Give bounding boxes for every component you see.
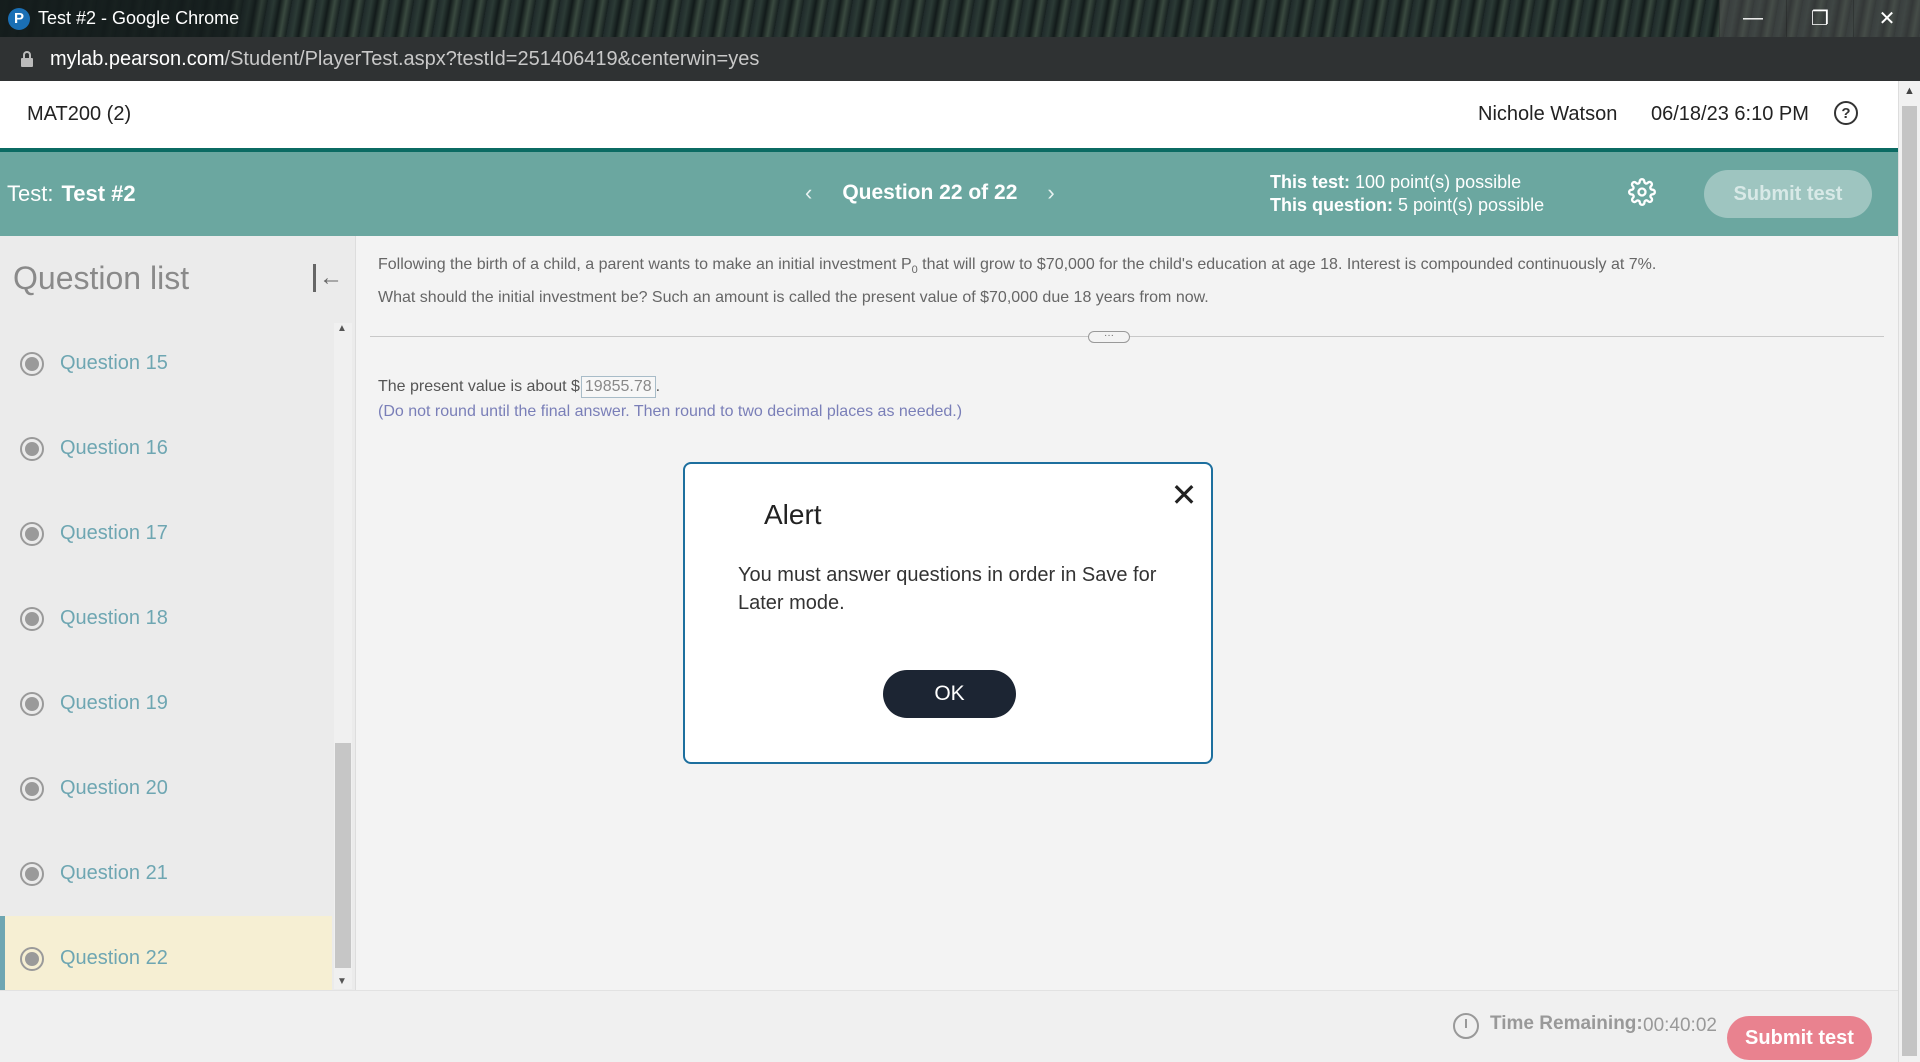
scroll-thumb[interactable] (335, 743, 351, 968)
scroll-up-icon[interactable]: ▲ (337, 323, 347, 334)
question-navigator: ‹ Question 22 of 22 › (805, 180, 1055, 206)
question-list: Question 15 Question 16 Question 17 Ques… (0, 321, 332, 1001)
window-controls: — ❐ ✕ (1719, 0, 1920, 37)
scroll-down-icon[interactable]: ▼ (337, 976, 347, 987)
question-list-item[interactable]: Question 15 (0, 321, 332, 406)
question-list-scrollbar[interactable]: ▲ ▼ (334, 323, 352, 989)
answer-prefix: The present value is about $ (378, 378, 580, 395)
test-points-value: 100 point(s) possible (1355, 172, 1522, 192)
window-title-group: P Test #2 - Google Chrome (0, 0, 280, 37)
test-title: Test: Test #2 (7, 181, 136, 207)
question-text: Following the birth of a child, a parent… (378, 251, 1878, 312)
question-list-item[interactable]: Question 17 (0, 491, 332, 576)
question-list-title: Question list (13, 260, 190, 296)
settings-gear-icon[interactable] (1627, 177, 1657, 207)
minimize-icon[interactable]: — (1719, 0, 1786, 37)
test-name: Test #2 (61, 181, 136, 206)
question-text-line2: What should the initial investment be? S… (378, 289, 1209, 307)
question-points: This question: 5 point(s) possible (1270, 194, 1544, 217)
question-status-icon (20, 351, 44, 376)
url-path: /Student/PlayerTest.aspx?testId=25140641… (224, 47, 760, 70)
question-status-icon (20, 606, 44, 631)
lock-icon (20, 51, 34, 67)
alert-dialog: Alert ✕ You must answer questions in ord… (683, 462, 1213, 764)
course-name[interactable]: MAT200 (2) (27, 103, 131, 126)
close-icon[interactable]: ✕ (1169, 479, 1199, 511)
test-bar: Test: Test #2 ‹ Question 22 of 22 › This … (0, 152, 1898, 236)
answer-line: The present value is about $ 19855.78 . (378, 376, 660, 398)
question-text-part2: that will grow to $70,000 for the child'… (917, 256, 1657, 273)
question-status-icon (20, 861, 44, 886)
page-scroll-up-icon[interactable]: ▲ (1904, 85, 1915, 97)
question-text-part1: Following the birth of a child, a parent… (378, 256, 912, 273)
resize-handle-icon[interactable]: ··· (1088, 331, 1130, 343)
app-header: MAT200 (2) Nichole Watson 06/18/23 6:10 … (0, 81, 1898, 148)
page-scroll-thumb[interactable] (1902, 106, 1917, 1056)
time-remaining-value: 00:40:02 (1643, 1015, 1717, 1036)
question-label: Question 21 (60, 862, 168, 884)
points-info: This test: 100 point(s) possible This qu… (1270, 171, 1544, 217)
footer-bar: Time Remaining: 00:40:02 Submit test (0, 990, 1898, 1062)
question-list-item[interactable]: Question 16 (0, 406, 332, 491)
ok-button[interactable]: OK (883, 670, 1016, 718)
submit-test-button-top[interactable]: Submit test (1704, 170, 1872, 218)
question-list-sidebar: Question list ← Question 15 Question 16 … (0, 236, 356, 1001)
time-remaining-label: Time Remaining: (1490, 1013, 1643, 1034)
question-label: Question 18 (60, 607, 168, 629)
test-points: This test: 100 point(s) possible (1270, 171, 1544, 194)
question-list-item[interactable]: Question 20 (0, 746, 332, 831)
pearson-logo-icon: P (8, 7, 30, 30)
question-list-item[interactable]: Question 18 (0, 576, 332, 661)
question-status-icon (20, 776, 44, 801)
question-label: Question 22 (60, 947, 168, 969)
question-status-icon (20, 521, 44, 546)
question-label: Question 15 (60, 352, 168, 374)
date-time: 06/18/23 6:10 PM (1651, 103, 1809, 125)
test-prefix: Test: (7, 181, 54, 206)
user-name: Nichole Watson (1478, 103, 1618, 125)
address-bar[interactable]: mylab.pearson.com/Student/PlayerTest.asp… (0, 37, 1920, 81)
answer-input[interactable]: 19855.78 (580, 376, 656, 398)
restore-icon[interactable]: ❐ (1786, 0, 1853, 37)
question-status-icon (20, 691, 44, 716)
collapse-sidebar-icon[interactable]: ← (311, 262, 343, 292)
question-list-item[interactable]: Question 21 (0, 831, 332, 916)
clock-icon (1453, 1013, 1479, 1039)
question-indicator[interactable]: Question 22 of 22 (842, 181, 1017, 205)
answer-suffix: . (655, 378, 661, 395)
question-points-value: 5 point(s) possible (1398, 195, 1545, 215)
question-list-item-active[interactable]: Question 22 (0, 916, 332, 1001)
url-host: mylab.pearson.com (50, 47, 225, 70)
submit-test-button[interactable]: Submit test (1727, 1016, 1872, 1060)
window-title: Test #2 - Google Chrome (38, 8, 240, 28)
previous-question-icon[interactable]: ‹ (805, 180, 812, 206)
test-points-label: This test: (1270, 172, 1351, 192)
question-list-item[interactable]: Question 19 (0, 661, 332, 746)
question-label: Question 19 (60, 692, 168, 714)
close-window-icon[interactable]: ✕ (1853, 0, 1920, 37)
question-label: Question 16 (60, 437, 168, 459)
question-points-label: This question: (1270, 195, 1393, 215)
alert-message: You must answer questions in order in Sa… (738, 564, 1157, 614)
page-scrollbar[interactable]: ▲ (1898, 81, 1920, 1062)
question-label: Question 17 (60, 522, 168, 544)
window-titlebar: P Test #2 - Google Chrome — ❐ ✕ (0, 0, 1920, 37)
answer-hint: (Do not round until the final answer. Th… (378, 403, 963, 420)
question-status-icon (20, 436, 44, 461)
help-icon[interactable]: ? (1834, 101, 1858, 125)
alert-title: Alert (764, 499, 822, 530)
question-label: Question 20 (60, 777, 168, 799)
next-question-icon[interactable]: › (1047, 180, 1054, 206)
question-status-icon (20, 946, 44, 971)
url-text[interactable]: mylab.pearson.com/Student/PlayerTest.asp… (50, 48, 759, 71)
